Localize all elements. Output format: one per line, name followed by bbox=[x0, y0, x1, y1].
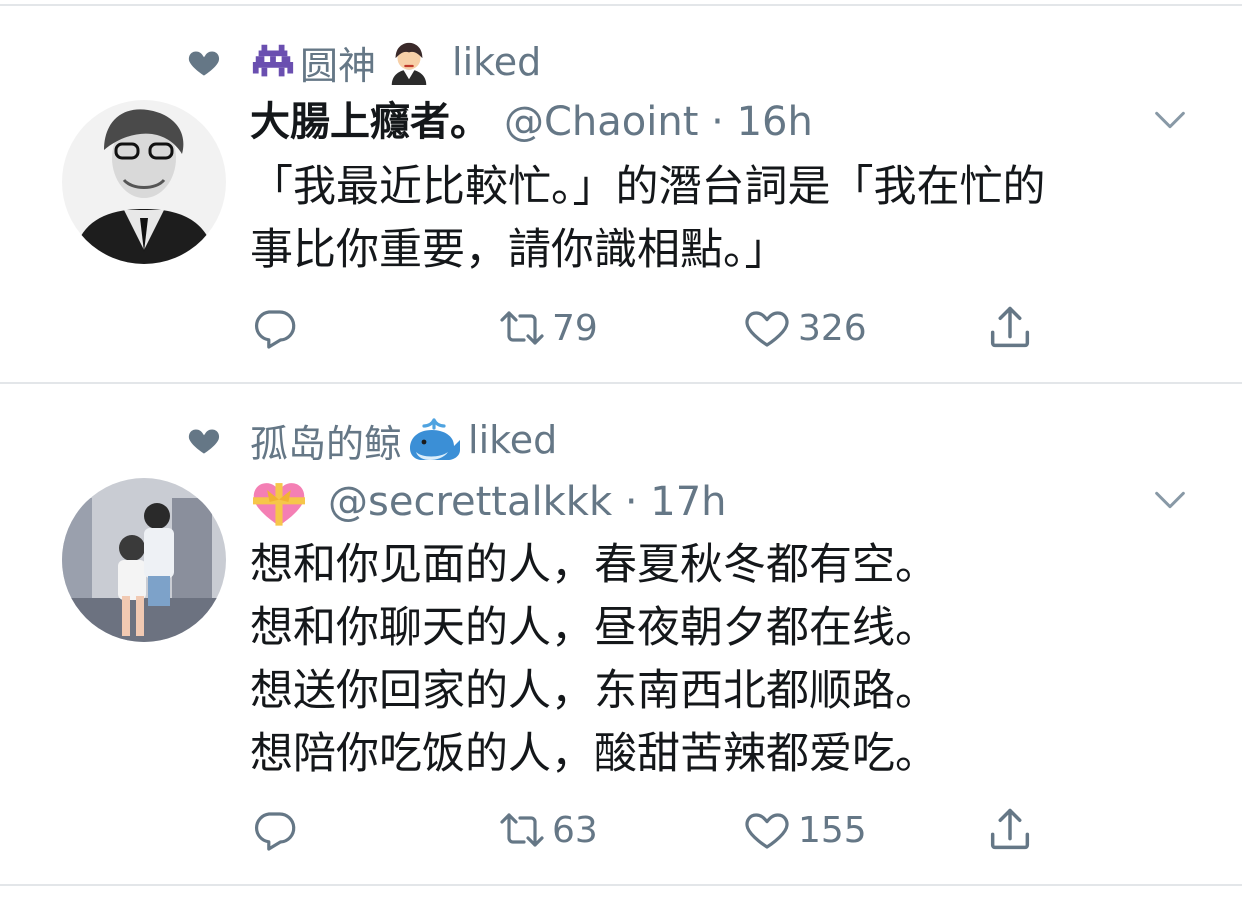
heart-ribbon-emoji bbox=[250, 476, 308, 528]
social-context-text: 孤岛的鲸 liked bbox=[250, 414, 557, 466]
retweet-count: 63 bbox=[552, 809, 598, 851]
tweet-text: 想和你见面的人，春夏秋冬都有空。 想和你聊天的人，昼夜朝夕都在线。 想送你回家的… bbox=[250, 534, 938, 786]
social-context bbox=[186, 36, 222, 88]
bottom-divider bbox=[0, 884, 1242, 886]
reply-icon bbox=[254, 812, 296, 851]
like-icon bbox=[745, 311, 789, 347]
share-button[interactable] bbox=[984, 298, 1036, 358]
social-context-text: 圆神 liked bbox=[250, 36, 541, 88]
author-handle[interactable]: @secrettalkkk bbox=[328, 478, 612, 526]
tweet-actions: 79 326 bbox=[250, 298, 1050, 358]
retweet-button[interactable]: 79 bbox=[494, 298, 598, 358]
retweet-button[interactable]: 63 bbox=[494, 800, 598, 860]
like-button[interactable]: 326 bbox=[742, 298, 867, 358]
social-context-action: liked bbox=[452, 40, 542, 84]
avatar[interactable] bbox=[62, 100, 226, 264]
alien-monster-emoji bbox=[250, 39, 296, 85]
tweet-header: @secrettalkkk · 17h bbox=[250, 476, 727, 528]
author-handle[interactable]: @Chaoint bbox=[504, 98, 698, 146]
social-context-user[interactable]: 圆神 bbox=[300, 35, 376, 90]
tweet-header: 大腸上癮者。 @Chaoint · 16h bbox=[250, 98, 813, 146]
tweet-text-line: 「我最近比較忙。」的潛台詞是「我在忙的 bbox=[250, 162, 1046, 212]
tweet-text-line: 想送你回家的人，东南西北都顺路。 bbox=[250, 666, 938, 716]
retweet-icon bbox=[500, 311, 544, 345]
like-count: 155 bbox=[798, 809, 867, 851]
tweet-text-line: 想陪你吃饭的人，酸甜苦辣都爱吃。 bbox=[250, 729, 938, 779]
tweet-time[interactable]: 17h bbox=[650, 478, 726, 526]
tweet-text-line: 事比你重要，請你識相點。」 bbox=[250, 225, 788, 275]
like-icon bbox=[745, 813, 789, 849]
tweet-text: 「我最近比較忙。」的潛台詞是「我在忙的 事比你重要，請你識相點。」 bbox=[250, 156, 1046, 282]
tweet[interactable]: 圆神 liked 大腸上癮者。 @Chaoint · 16h 「我最近比較忙。」… bbox=[0, 0, 1242, 382]
share-button[interactable] bbox=[984, 800, 1036, 860]
avatar[interactable] bbox=[62, 478, 226, 642]
heart-filled-icon bbox=[188, 429, 220, 454]
like-button[interactable]: 155 bbox=[742, 800, 867, 860]
caret-down-icon[interactable] bbox=[1150, 480, 1190, 520]
whale-emoji bbox=[406, 415, 462, 465]
tweet-text-line: 想和你聊天的人，昼夜朝夕都在线。 bbox=[250, 603, 938, 653]
tweet-text-line: 想和你见面的人，春夏秋冬都有空。 bbox=[250, 540, 938, 590]
share-icon bbox=[990, 306, 1030, 348]
time-separator: · bbox=[612, 479, 651, 525]
reply-button[interactable] bbox=[250, 298, 298, 358]
tweet-actions: 63 155 bbox=[250, 800, 1050, 860]
tweet[interactable]: 孤岛的鲸 liked @secrettalkkk · 17h 想和你见面的人，春… bbox=[0, 384, 1242, 884]
reply-button[interactable] bbox=[250, 800, 298, 860]
tweet-time[interactable]: 16h bbox=[737, 98, 813, 146]
reply-icon bbox=[254, 310, 296, 349]
social-context-user[interactable]: 孤岛的鲸 bbox=[250, 413, 402, 468]
share-icon bbox=[990, 808, 1030, 850]
caret-down-icon[interactable] bbox=[1150, 100, 1190, 140]
like-count: 326 bbox=[798, 307, 867, 349]
time-separator: · bbox=[698, 99, 737, 145]
heart-filled-icon bbox=[188, 51, 220, 76]
social-context bbox=[186, 414, 222, 466]
author-name[interactable]: 大腸上癮者。 bbox=[250, 98, 490, 146]
vampire-emoji bbox=[386, 39, 432, 85]
retweet-icon bbox=[500, 813, 544, 847]
social-context-action: liked bbox=[468, 418, 558, 462]
retweet-count: 79 bbox=[552, 307, 598, 349]
